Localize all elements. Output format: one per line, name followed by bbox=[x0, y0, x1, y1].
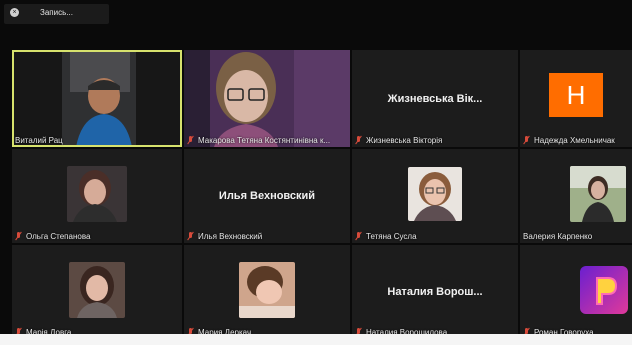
participant-name: Макарова Тетяна Костянтинівна к... bbox=[187, 136, 330, 145]
video-feed bbox=[184, 50, 350, 147]
participant-name: Надежда Хмельничак bbox=[523, 136, 615, 145]
video-tile-rats[interactable]: Виталий Рац bbox=[12, 50, 182, 147]
video-gallery: × Запись... Виталий Рац Макарова Тетяна … bbox=[0, 0, 632, 345]
participant-name: Жизневська Вікторія bbox=[355, 136, 442, 145]
mic-muted-icon bbox=[355, 232, 362, 240]
participant-photo bbox=[67, 166, 127, 223]
bottom-edge bbox=[0, 334, 632, 345]
participant-name: Тетяна Сусла bbox=[355, 232, 417, 241]
video-tile-dovha[interactable]: Марія Довга bbox=[12, 245, 182, 339]
video-tile-stepanova[interactable]: Ольга Степанова bbox=[12, 149, 182, 243]
participant-photo bbox=[408, 167, 462, 222]
participant-name: Илья Вехновский bbox=[187, 232, 262, 241]
participant-photo bbox=[570, 166, 627, 223]
video-feed bbox=[12, 50, 182, 147]
mic-muted-icon bbox=[187, 136, 194, 144]
participant-photo bbox=[69, 262, 125, 319]
participant-name: Ольга Степанова bbox=[15, 232, 90, 241]
video-tile-susla[interactable]: Тетяна Сусла bbox=[352, 149, 518, 243]
recording-indicator[interactable]: × Запись... bbox=[4, 4, 109, 24]
video-tile-khmelnychak[interactable]: H Надежда Хмельничак bbox=[520, 50, 632, 147]
participant-display-name: Наталия Ворош... bbox=[387, 286, 483, 299]
video-tile-derkach[interactable]: Мария Деркач bbox=[184, 245, 350, 339]
recording-label: Запись... bbox=[40, 8, 73, 17]
participant-display-name: Жизневська Вік... bbox=[387, 92, 483, 105]
video-tile-hovorukha[interactable]: Роман Говоруха bbox=[520, 245, 632, 339]
video-tile-makarova[interactable]: Макарова Тетяна Костянтинівна к... bbox=[184, 50, 350, 147]
mic-muted-icon bbox=[15, 232, 22, 240]
mic-muted-icon bbox=[355, 136, 362, 144]
avatar: H bbox=[549, 72, 603, 117]
participant-name: Виталий Рац bbox=[15, 136, 63, 145]
recording-icon: × bbox=[10, 8, 19, 17]
participant-name: Валерия Карпенко bbox=[523, 232, 593, 241]
video-tile-zhyznevska[interactable]: Жизневська Вік... Жизневська Вікторія bbox=[352, 50, 518, 147]
participant-photo bbox=[239, 262, 295, 319]
mic-muted-icon bbox=[187, 232, 194, 240]
mic-muted-icon bbox=[523, 136, 530, 144]
participant-photo bbox=[580, 266, 628, 315]
video-tile-karpenko[interactable]: Валерия Карпенко bbox=[520, 149, 632, 243]
video-tile-vekhnovsky[interactable]: Илья Вехновский Илья Вехновский bbox=[184, 149, 350, 243]
participant-display-name: Илья Вехновский bbox=[218, 190, 316, 203]
video-tile-voroshylova[interactable]: Наталия Ворош... Наталия Ворошилова bbox=[352, 245, 518, 339]
